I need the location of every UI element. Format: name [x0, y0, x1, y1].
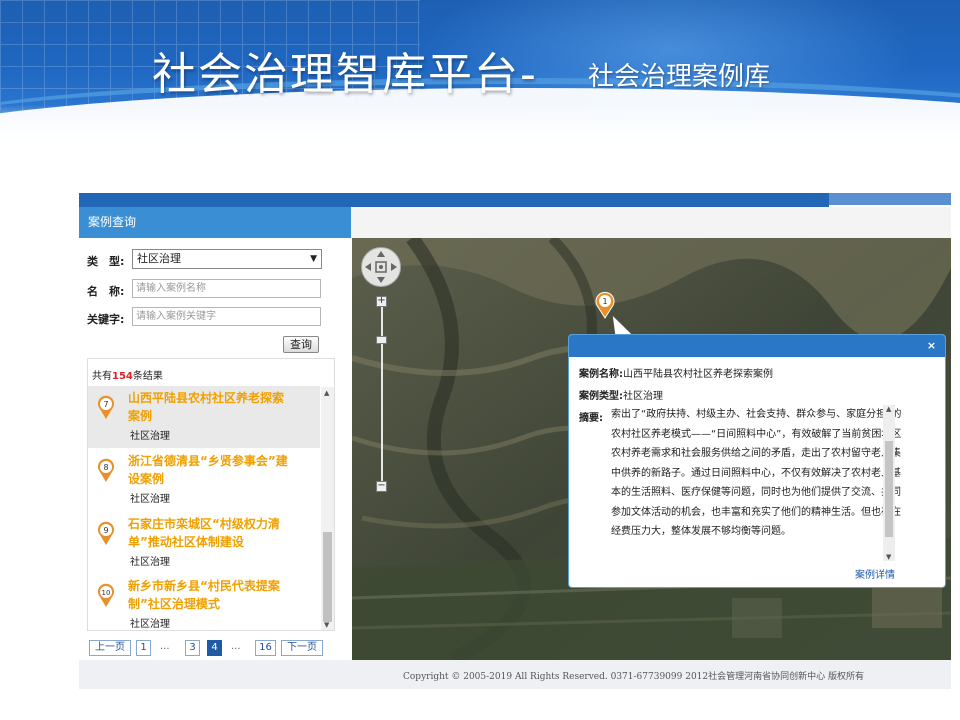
dropdown-arrow-icon: ▼ — [310, 254, 317, 264]
results-list: 共有154条结果 7 山西平陆县农村社区养老探索案例 社区治理 8 浙江省德清县… — [87, 358, 335, 631]
popup-scrollbar-thumb[interactable] — [885, 441, 893, 537]
case-query-header: 案例查询 — [79, 207, 351, 238]
map-pin-icon: 10 — [98, 583, 114, 607]
search-button[interactable]: 查询 — [283, 336, 319, 353]
zoom-slider-handle[interactable] — [376, 336, 387, 344]
result-title[interactable]: 新乡市新乡县“村民代表提案制”社区治理模式 — [128, 577, 294, 613]
result-item[interactable]: 7 山西平陆县农村社区养老探索案例 社区治理 — [88, 386, 320, 448]
case-info-popup: × 案例名称:山西平陆县农村社区养老探索案例 案例类型:社区治理 摘要: 索出了… — [568, 334, 946, 588]
pin-number: 9 — [103, 526, 108, 535]
platform-subtitle: 社会治理案例库 — [588, 62, 771, 92]
map-pan-control[interactable] — [361, 247, 401, 287]
platform-title: 社会治理智库平台- — [152, 49, 538, 100]
type-select-value: 社区治理 — [137, 252, 181, 265]
keyword-input[interactable]: 请输入案例关键字 — [132, 307, 321, 326]
marker-number: 1 — [602, 297, 607, 306]
results-count-number: 154 — [112, 371, 133, 382]
results-count-suffix: 条结果 — [132, 371, 163, 382]
popup-case-type: 案例类型:社区治理 — [579, 387, 663, 402]
map-pin-icon: 9 — [98, 521, 114, 545]
result-category: 社区治理 — [130, 557, 170, 568]
pager-ellipsis: ... — [160, 641, 170, 652]
result-category: 社区治理 — [130, 494, 170, 505]
case-detail-link[interactable]: 案例详情 — [855, 566, 895, 581]
type-label: 类 型: — [87, 255, 125, 268]
case-name-input[interactable]: 请输入案例名称 — [132, 279, 321, 298]
scroll-up-icon[interactable]: ▲ — [324, 389, 329, 397]
map-marker-icon[interactable]: 1 — [595, 291, 615, 319]
zoom-in-button[interactable]: + — [376, 296, 387, 307]
scrollbar-thumb[interactable] — [323, 532, 332, 622]
result-item[interactable]: 9 石家庄市栾城区“村级权力清单”推动社区体制建设 社区治理 — [88, 512, 320, 574]
pagination: 上一页 1 ... 3 4 ... 16 下一页 — [89, 640, 339, 657]
app-top-strip — [79, 193, 829, 207]
pin-number: 7 — [103, 400, 108, 409]
pager-ellipsis: ... — [231, 641, 241, 652]
results-count: 共有154条结果 — [92, 367, 163, 382]
type-row: 类 型: 社区治理 ▼ — [79, 249, 339, 271]
zoom-out-button[interactable]: − — [376, 481, 387, 492]
results-count-prefix: 共有 — [92, 371, 112, 382]
pin-number: 8 — [103, 463, 108, 472]
results-scrollbar[interactable]: ▲ ▼ — [321, 387, 334, 630]
page-banner: 社会治理智库平台- 社会治理案例库 — [0, 0, 960, 150]
map-pin-icon: 8 — [98, 458, 114, 482]
scroll-up-icon[interactable]: ▲ — [886, 405, 891, 413]
next-page-button[interactable]: 下一页 — [281, 640, 323, 656]
keyword-row: 关键字: 请输入案例关键字 — [79, 307, 339, 329]
result-category: 社区治理 — [130, 431, 170, 442]
name-label: 名 称: — [87, 285, 125, 298]
case-name-value: 山西平陆县农村社区养老探索案例 — [623, 369, 773, 380]
result-title[interactable]: 浙江省德清县“乡贤参事会”建设案例 — [128, 452, 294, 488]
pan-arrows-icon — [365, 251, 397, 283]
result-title[interactable]: 石家庄市栾城区“村级权力清单”推动社区体制建设 — [128, 515, 294, 551]
popup-title-bar: × — [569, 335, 945, 357]
result-title[interactable]: 山西平陆县农村社区养老探索案例 — [128, 389, 294, 425]
prev-page-button[interactable]: 上一页 — [89, 640, 131, 656]
case-type-value: 社区治理 — [623, 391, 663, 402]
scroll-down-icon[interactable]: ▼ — [886, 553, 891, 561]
page-3-button[interactable]: 3 — [185, 640, 200, 656]
app-top-strip-right — [829, 193, 951, 205]
satellite-map[interactable]: + − 1 × 案例名称:山西平陆县农村社区养老探索案例 案例类型:社区治理 摘… — [352, 238, 951, 660]
type-select[interactable]: 社区治理 ▼ — [132, 249, 322, 269]
close-icon[interactable]: × — [926, 340, 937, 351]
copyright-text: Copyright © 2005-2019 All Rights Reserve… — [403, 672, 864, 682]
map-pin-icon: 7 — [98, 395, 114, 419]
zoom-slider-track[interactable] — [381, 307, 383, 483]
page-4-button[interactable]: 4 — [207, 640, 222, 656]
keyword-label: 关键字: — [87, 313, 125, 326]
case-name-label: 案例名称: — [579, 369, 623, 380]
abstract-text: 索出了“政府扶持、村级主办、社会支持、群众参与、家庭分担”的农村社区养老模式——… — [611, 409, 902, 537]
result-item[interactable]: 8 浙江省德清县“乡贤参事会”建设案例 社区治理 — [88, 449, 320, 511]
map-header-bar — [351, 207, 951, 238]
popup-case-name: 案例名称:山西平陆县农村社区养老探索案例 — [579, 365, 773, 380]
result-category: 社区治理 — [130, 619, 170, 630]
scroll-down-icon[interactable]: ▼ — [324, 621, 329, 629]
pin-number: 10 — [102, 589, 111, 597]
result-item[interactable]: 10 新乡市新乡县“村民代表提案制”社区治理模式 社区治理 — [88, 574, 320, 630]
page-16-button[interactable]: 16 — [255, 640, 276, 656]
abstract-label: 摘要: — [579, 413, 603, 424]
page-footer: Copyright © 2005-2019 All Rights Reserve… — [79, 660, 951, 689]
case-type-label: 案例类型: — [579, 391, 623, 402]
page-1-button[interactable]: 1 — [136, 640, 151, 656]
popup-scrollbar[interactable]: ▲ ▼ — [883, 405, 895, 561]
name-row: 名 称: 请输入案例名称 — [79, 279, 339, 301]
app-window: 案例查询 类 型: 社区治理 ▼ 名 称: 请输入案例名称 关键字: 请输入案例… — [79, 193, 951, 689]
